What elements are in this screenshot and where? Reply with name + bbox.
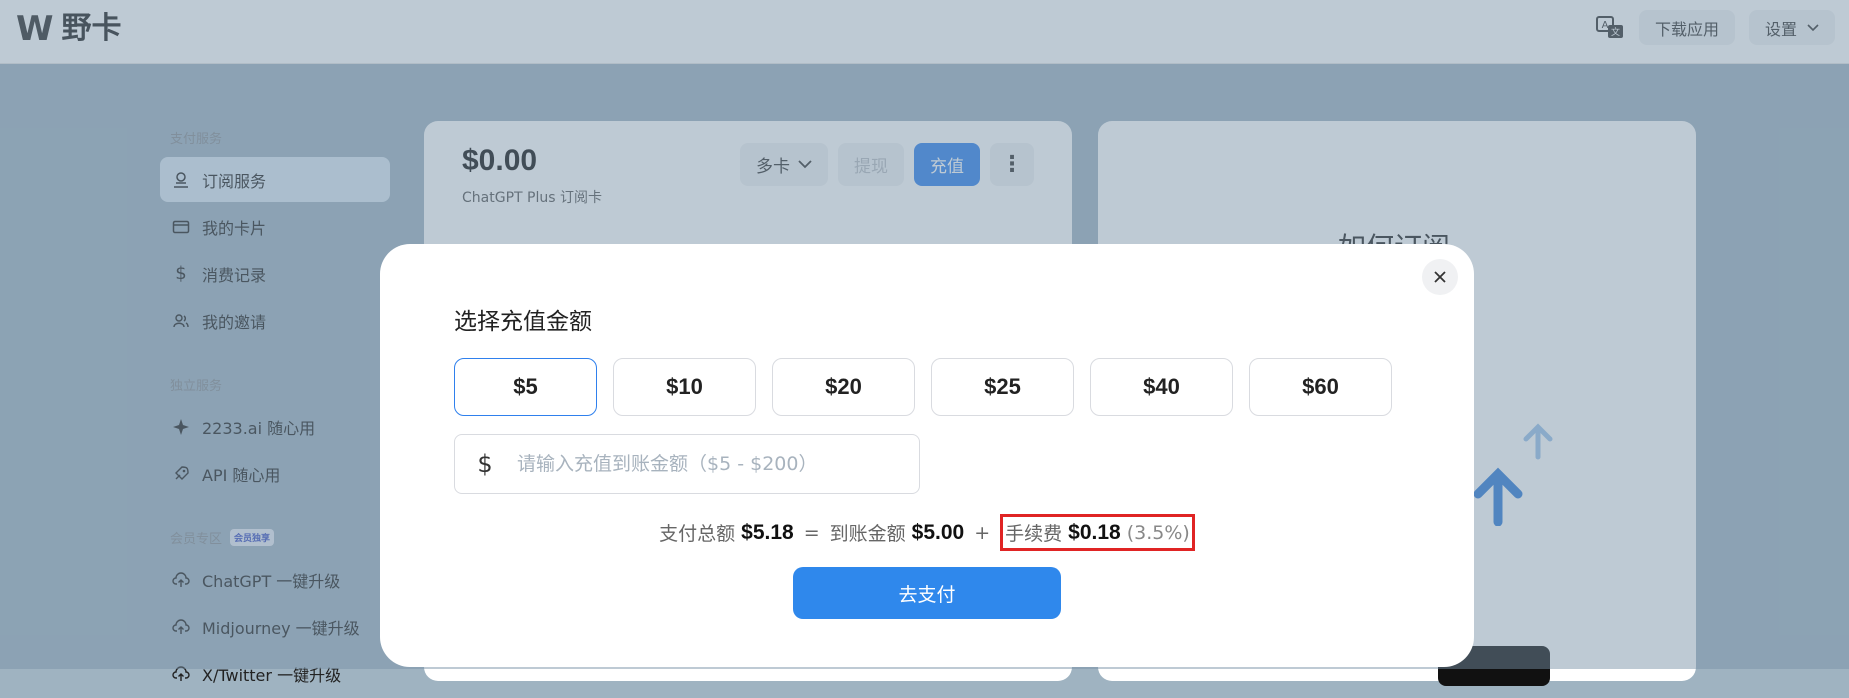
amount-option-10[interactable]: $10	[613, 358, 756, 416]
amount-option-20[interactable]: $20	[772, 358, 915, 416]
modal-title: 选择充值金额	[454, 309, 592, 335]
received-value: $5.00	[911, 520, 965, 544]
total-label: 支付总额	[659, 523, 736, 545]
custom-amount-field[interactable]: $	[454, 434, 920, 494]
equals-sign: =	[803, 521, 820, 544]
recharge-modal: 选择充值金额 $5 $10 $20 $25 $40 $60 $ 支付总额 $5.…	[380, 244, 1474, 667]
close-button[interactable]	[1422, 259, 1458, 295]
amount-options: $5 $10 $20 $25 $40 $60	[454, 358, 1392, 416]
currency-symbol: $	[477, 450, 493, 478]
pay-button[interactable]: 去支付	[793, 567, 1061, 619]
payment-summary: 支付总额 $5.18 = 到账金额 $5.00 + 手续费 $0.18 (3.5…	[380, 514, 1474, 551]
plus-sign: +	[974, 521, 991, 544]
total-value: $5.18	[741, 520, 794, 544]
fee-label: 手续费	[1005, 523, 1063, 545]
amount-option-60[interactable]: $60	[1249, 358, 1392, 416]
amount-option-5[interactable]: $5	[454, 358, 597, 416]
close-icon	[1434, 271, 1446, 283]
fee-value: $0.18	[1068, 520, 1121, 544]
amount-option-25[interactable]: $25	[931, 358, 1074, 416]
amount-option-40[interactable]: $40	[1090, 358, 1233, 416]
received-label: 到账金额	[829, 523, 906, 545]
fee-highlight-box: 手续费 $0.18 (3.5%)	[1000, 514, 1195, 551]
fee-percent: (3.5%)	[1126, 521, 1190, 544]
custom-amount-input[interactable]	[515, 452, 899, 476]
